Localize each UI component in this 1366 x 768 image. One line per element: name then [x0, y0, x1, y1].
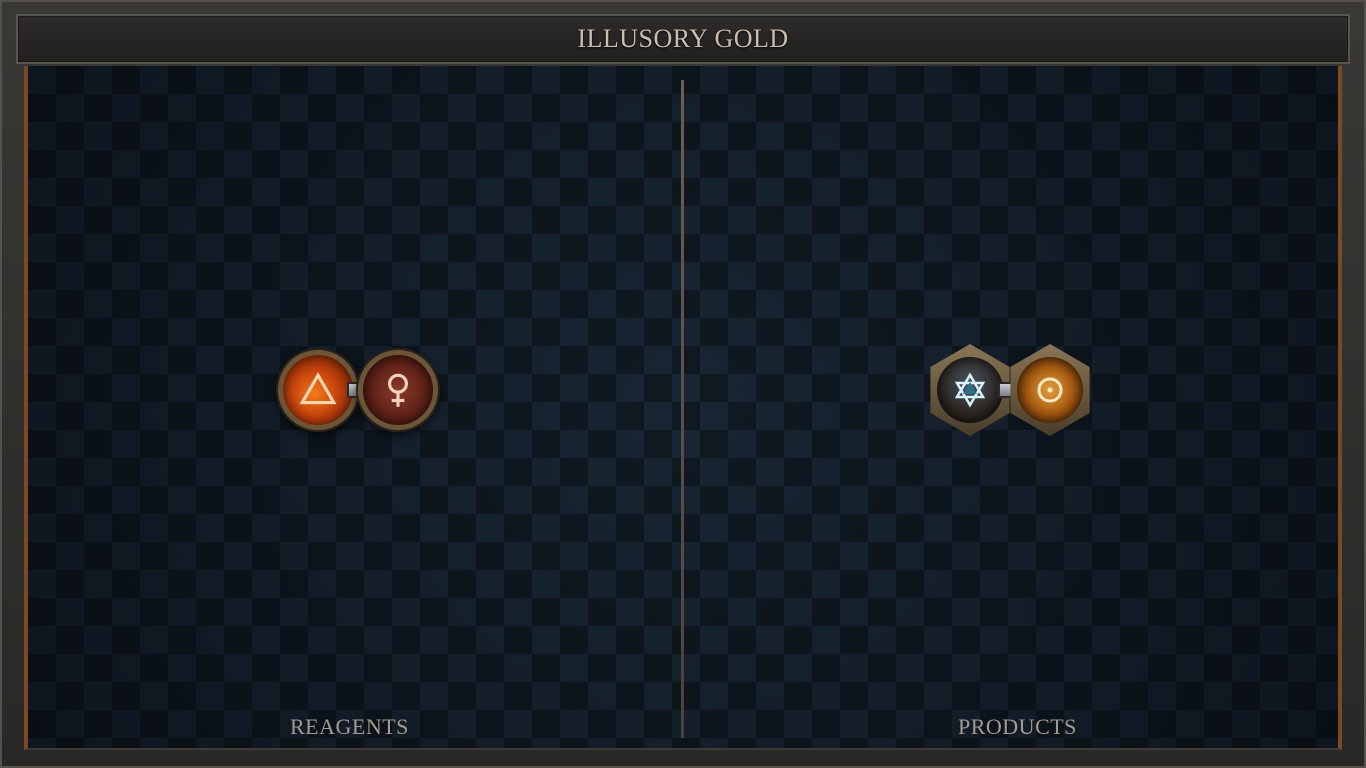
reagents-group [276, 350, 440, 434]
reagent-venus-orb[interactable] [358, 350, 438, 430]
fire-triangle-icon [299, 372, 337, 405]
reagent-fire-orb[interactable] [278, 350, 358, 430]
title-bar: ILLUSORY GOLD [16, 14, 1350, 64]
product-sun-slot[interactable] [1010, 344, 1090, 436]
sun-circle-icon [1037, 377, 1063, 403]
products-group [926, 344, 1092, 436]
products-label: PRODUCTS [958, 714, 1077, 739]
venus-icon [388, 373, 408, 407]
hexagram-icon [954, 372, 986, 408]
panel-divider [681, 80, 684, 738]
recipe-title: ILLUSORY GOLD [577, 24, 789, 53]
reagents-label: REAGENTS [290, 714, 409, 739]
